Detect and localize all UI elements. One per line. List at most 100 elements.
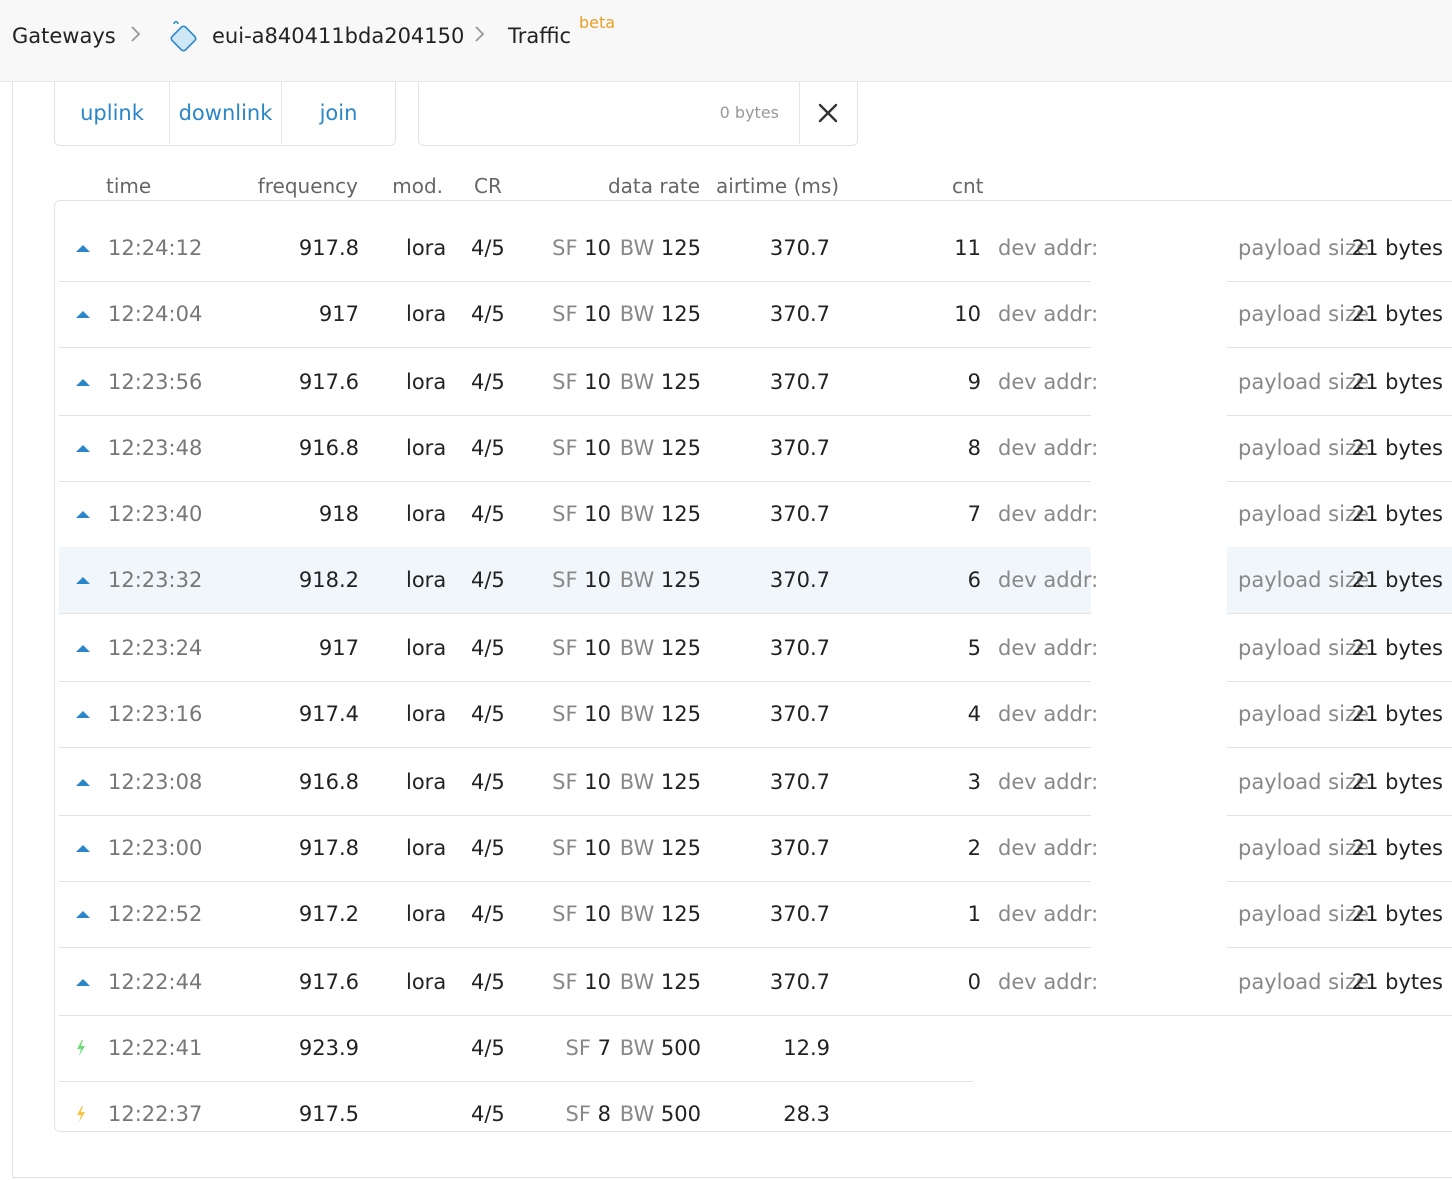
cell-frequency: 917.8 [298, 236, 359, 260]
cell-sf: SF 8 [566, 1081, 611, 1147]
cell-time: 12:23:08 [108, 770, 203, 794]
table-row[interactable]: 12:22:41 923.9 4/5 SF 7 BW 500 12.9 [59, 1015, 973, 1082]
row-divider [59, 747, 1091, 748]
bw-label: BW [619, 970, 655, 994]
row-divider [59, 947, 1091, 948]
table-row[interactable]: 12:23:48 916.8 lora 4/5 SF 10 BW 125 370.7 8 dev… [59, 415, 1452, 482]
cell-airtime: 370.7 [769, 370, 830, 394]
cell-time: 12:22:52 [108, 902, 203, 926]
cell-cr: 4/5 [471, 1036, 505, 1060]
bw-label: BW [619, 1102, 655, 1126]
cell-cnt: 6 [967, 568, 981, 592]
dev-addr-label: dev addr: [998, 970, 1099, 994]
cell-airtime: 370.7 [769, 770, 830, 794]
sf-value: 10 [584, 702, 611, 726]
sf-label: SF [565, 1102, 591, 1126]
cell-mod: lora [406, 568, 447, 592]
bw-value: 125 [660, 702, 701, 726]
cell-frequency: 917.5 [298, 1102, 359, 1126]
cell-bw: BW 125 [620, 481, 701, 547]
cell-payload-size: 21 bytes [1351, 502, 1443, 526]
table-row[interactable]: 12:23:24 917 lora 4/5 SF 10 BW 125 370.7 5 dev a… [59, 615, 1452, 682]
breadcrumb-gateway-id[interactable]: eui-a840411bda204150 [212, 22, 464, 50]
table-row[interactable]: 12:24:04 917 lora 4/5 SF 10 BW 125 370.7 10 dev … [59, 281, 1452, 348]
sf-label: SF [552, 636, 578, 660]
table-row[interactable]: 12:22:44 917.6 lora 4/5 SF 10 BW 125 370.7 0 dev… [59, 949, 1452, 1016]
message-type-filter: uplink downlink join [54, 82, 396, 146]
bw-value: 125 [660, 568, 701, 592]
table-row[interactable]: 12:23:16 917.4 lora 4/5 SF 10 BW 125 370.7 4 dev… [59, 681, 1452, 748]
breadcrumb-bar: Gateways eui-a840411bda204150 Traffic be… [0, 0, 1452, 82]
cell-cr: 4/5 [471, 1102, 505, 1126]
sf-value: 10 [584, 436, 611, 460]
sf-value: 10 [584, 568, 611, 592]
uplink-arrow-icon [75, 547, 91, 613]
table-row[interactable]: 12:23:08 916.8 lora 4/5 SF 10 BW 125 370.7 3 dev… [59, 749, 1452, 816]
column-cnt: cnt [952, 174, 984, 198]
bytes-value: 0 bytes [719, 103, 779, 122]
close-icon[interactable] [815, 100, 841, 126]
traffic-table: 12:24:12 917.8 lora 4/5 SF 10 BW 125 370.7 11 de… [54, 200, 1452, 1132]
bw-label: BW [619, 902, 655, 926]
dev-addr-label: dev addr: [998, 370, 1099, 394]
cell-cnt: 0 [967, 970, 981, 994]
cell-mod: lora [406, 902, 447, 926]
row-divider [1227, 947, 1452, 948]
column-cr: CR [474, 174, 502, 198]
downlink-filter-button[interactable]: downlink [170, 82, 282, 144]
table-row[interactable]: 12:23:40 918 lora 4/5 SF 10 BW 125 370.7 7 dev a… [59, 481, 1452, 548]
cell-payload-size: 21 bytes [1351, 236, 1443, 260]
cell-bw: BW 125 [620, 615, 701, 681]
cell-time: 12:23:16 [108, 702, 203, 726]
cell-cnt: 9 [967, 370, 981, 394]
cell-cnt: 8 [967, 436, 981, 460]
cell-frequency: 918.2 [298, 568, 359, 592]
table-row[interactable]: 12:23:32 918.2 lora 4/5 SF 10 BW 125 370.7 6 dev… [59, 547, 1452, 614]
dev-addr-label: dev addr: [998, 236, 1099, 260]
cell-time: 12:23:48 [108, 436, 203, 460]
bw-value: 125 [660, 902, 701, 926]
uplink-arrow-icon [75, 949, 91, 1015]
sf-value: 10 [584, 970, 611, 994]
dev-addr-label: dev addr: [998, 502, 1099, 526]
cell-cnt: 10 [954, 302, 981, 326]
table-row[interactable]: 12:22:37 917.5 4/5 SF 8 BW 500 28.3 [59, 1081, 973, 1148]
join-filter-button[interactable]: join [282, 82, 395, 144]
cell-airtime: 370.7 [769, 302, 830, 326]
sf-label: SF [565, 1036, 591, 1060]
uplink-filter-button[interactable]: uplink [55, 82, 170, 144]
dev-addr-label: dev addr: [998, 702, 1099, 726]
sf-label: SF [552, 436, 578, 460]
table-row[interactable]: 12:23:56 917.6 lora 4/5 SF 10 BW 125 370.7 9 dev… [59, 349, 1452, 416]
cell-cnt: 2 [967, 836, 981, 860]
dev-addr-label: dev addr: [998, 770, 1099, 794]
table-row[interactable]: 12:24:12 917.8 lora 4/5 SF 10 BW 125 370.7 11 de… [59, 215, 1452, 282]
sf-value: 10 [584, 236, 611, 260]
cell-cr: 4/5 [471, 236, 505, 260]
sf-label: SF [552, 770, 578, 794]
column-time: time [106, 174, 152, 198]
table-row[interactable]: 12:22:52 917.2 lora 4/5 SF 10 BW 125 370.7 1 dev… [59, 881, 1452, 948]
uplink-arrow-icon [75, 615, 91, 681]
cell-airtime: 12.9 [783, 1036, 830, 1060]
dev-addr-label: dev addr: [998, 436, 1099, 460]
dev-addr-label: dev addr: [998, 568, 1099, 592]
cell-frequency: 917.4 [298, 702, 359, 726]
bw-label: BW [619, 770, 655, 794]
cell-sf: SF 10 [552, 349, 611, 415]
cell-cnt: 3 [967, 770, 981, 794]
uplink-arrow-icon [75, 481, 91, 547]
cell-cr: 4/5 [471, 970, 505, 994]
cell-mod: lora [406, 770, 447, 794]
cell-mod: lora [406, 236, 447, 260]
breadcrumb-gateways[interactable]: Gateways [12, 22, 116, 50]
cell-airtime: 370.7 [769, 568, 830, 592]
uplink-arrow-icon [75, 215, 91, 281]
cell-frequency: 916.8 [298, 770, 359, 794]
cell-time: 12:24:12 [108, 236, 203, 260]
sf-value: 7 [597, 1036, 611, 1060]
table-row[interactable]: 12:23:00 917.8 lora 4/5 SF 10 BW 125 370.7 2 dev… [59, 815, 1452, 882]
cell-time: 12:23:56 [108, 370, 203, 394]
bw-value: 125 [660, 236, 701, 260]
cell-cr: 4/5 [471, 636, 505, 660]
